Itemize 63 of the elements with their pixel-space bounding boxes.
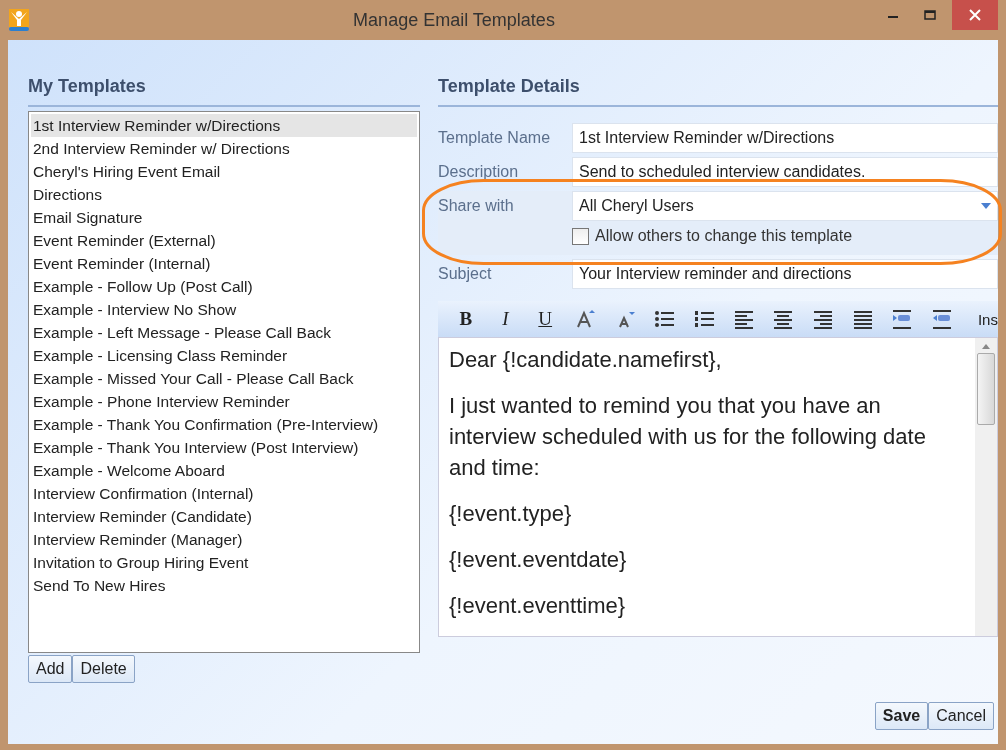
body-paragraph: {!event.eventdate}	[449, 546, 628, 574]
field-label: Description	[438, 163, 520, 181]
indent-icon[interactable]	[891, 309, 914, 329]
template-list-item[interactable]: Example - Follow Up (Post Call)	[31, 275, 417, 298]
body-paragraph: I just wanted to remind you that you have an interview scheduled with us for the following date and time:	[449, 392, 927, 482]
template-name-field[interactable]: 1st Interview Reminder w/Directions	[572, 123, 998, 153]
template-list-item[interactable]: Example - Missed Your Call - Please Call Back	[31, 367, 417, 390]
field-label: Share with	[438, 197, 515, 215]
panel-heading: My Templates	[28, 76, 420, 107]
align-center-icon[interactable]	[772, 309, 795, 329]
add-button[interactable]: Add	[28, 655, 73, 683]
bold-button[interactable]: B	[446, 305, 486, 333]
body-paragraph: {!event.type}	[449, 500, 573, 528]
message-editor[interactable]: Dear {!candidate.namefirst}, I just wanted to remind you that you have an interview scheduled with us for the following date and time: {!event.type} {!event.eventdate} {!event.eventtime}	[438, 337, 998, 637]
align-right-icon[interactable]	[812, 309, 835, 329]
template-list-item[interactable]: 1st Interview Reminder w/Directions	[31, 114, 417, 137]
scroll-thumb[interactable]	[977, 353, 995, 425]
field-label: Subject	[438, 265, 493, 283]
scroll-up-icon[interactable]	[982, 344, 990, 349]
checkbox[interactable]	[572, 227, 589, 245]
underline-button[interactable]: U	[525, 305, 566, 333]
delete-button[interactable]: Delete	[72, 655, 135, 683]
template-list-item[interactable]: 2nd Interview Reminder w/ Directions	[31, 137, 417, 160]
body-paragraph: Dear {!candidate.namefirst},	[449, 346, 723, 374]
template-list-item[interactable]: Example - Licensing Class Reminder	[31, 344, 417, 367]
template-list-item[interactable]: Example - Welcome Aboard	[31, 459, 417, 482]
numbered-list-icon[interactable]	[692, 309, 715, 329]
field-label: Template Name	[438, 129, 552, 147]
panel-heading: Template Details	[438, 76, 998, 107]
template-list-item[interactable]: Send To New Hires	[31, 574, 417, 597]
template-list-item[interactable]: Example - Thank You Confirmation (Pre-Interview)	[31, 413, 417, 436]
template-list-item[interactable]: Directions	[31, 183, 417, 206]
template-list-item[interactable]: Example - Interview No Show	[31, 298, 417, 321]
cancel-button[interactable]: Cancel	[928, 702, 994, 730]
app-logo-icon	[8, 8, 30, 32]
template-list-item[interactable]: Event Reminder (Internal)	[31, 252, 417, 275]
template-list-item[interactable]: Email Signature	[31, 206, 417, 229]
bullet-list-icon[interactable]	[653, 309, 676, 329]
save-button[interactable]: Save	[874, 702, 929, 730]
subject-field[interactable]: Your Interview reminder and directions	[572, 259, 998, 289]
insert-menu-label[interactable]: Ins	[977, 310, 998, 328]
justify-icon[interactable]	[851, 309, 874, 329]
template-list-item[interactable]: Interview Confirmation (Internal)	[31, 482, 417, 505]
template-list-item[interactable]: Example - Left Message - Please Call Back	[31, 321, 417, 344]
align-left-icon[interactable]	[732, 309, 755, 329]
body-paragraph: {!event.eventtime}	[449, 592, 627, 620]
checkbox-label: Allow others to change this template	[595, 227, 853, 245]
template-list-item[interactable]: Example - Thank You Interview (Post Interview)	[31, 436, 417, 459]
outdent-icon[interactable]	[931, 309, 954, 329]
template-list-item[interactable]: Event Reminder (External)	[31, 229, 417, 252]
dropdown-caret-icon	[981, 203, 991, 209]
close-button[interactable]	[952, 0, 998, 30]
window-title: Manage Email Templates	[352, 9, 556, 31]
template-list-item[interactable]: Cheryl's Hiring Event Email	[31, 160, 417, 183]
close-icon	[969, 9, 981, 21]
template-list-item[interactable]: Interview Reminder (Candidate)	[31, 505, 417, 528]
italic-button[interactable]: I	[485, 305, 526, 333]
share-dropdown[interactable]: All Cheryl Users	[572, 191, 998, 221]
template-list-item[interactable]: Example - Phone Interview Reminder	[31, 390, 417, 413]
template-list-item[interactable]: Invitation to Group Hiring Event	[31, 551, 417, 574]
scrollbar[interactable]	[975, 338, 997, 636]
template-list-item[interactable]: Interview Reminder (Manager)	[31, 528, 417, 551]
maximize-icon	[924, 10, 936, 20]
